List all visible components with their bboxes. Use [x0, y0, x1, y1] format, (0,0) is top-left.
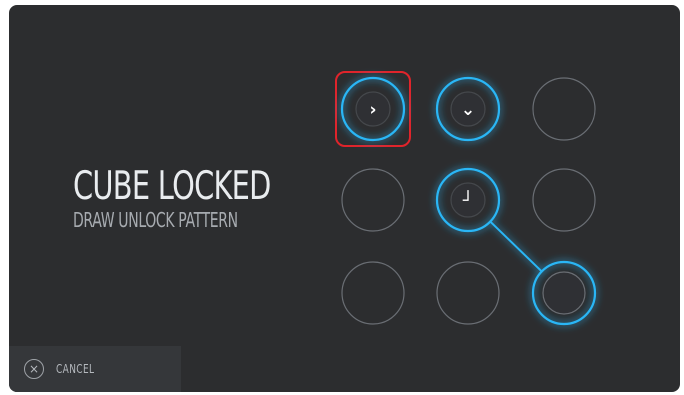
pattern-nodes[interactable]: › ⌄ ┘ — [335, 71, 597, 326]
node-ring — [532, 77, 596, 141]
pattern-node-r0c1[interactable]: ⌄ — [435, 76, 501, 142]
pattern-node-r2c0[interactable] — [341, 261, 405, 325]
chevron-right-icon: › — [369, 100, 376, 120]
pattern-node-r1c0[interactable] — [341, 168, 405, 232]
close-icon: × — [24, 359, 44, 379]
chevron-down-icon: ⌄ — [461, 100, 475, 120]
cancel-button[interactable]: × CANCEL — [9, 346, 181, 392]
pattern-node-r2c1[interactable] — [436, 261, 500, 325]
pattern-node-r0c2[interactable] — [532, 77, 596, 141]
pattern-node-r1c1[interactable]: ┘ — [435, 167, 501, 233]
pattern-node-r0c0[interactable]: › — [335, 71, 411, 147]
node-ring — [436, 261, 500, 325]
node-ring — [341, 261, 405, 325]
node-center — [542, 271, 586, 315]
pattern-node-r1c2[interactable] — [532, 168, 596, 232]
unlock-pattern-grid[interactable]: › ⌄ ┘ — [9, 5, 680, 392]
node-ring — [341, 168, 405, 232]
lock-screen: CUBE LOCKED DRAW UNLOCK PATTERN › ⌄ ┘ × CA… — [9, 5, 680, 392]
pattern-node-r2c2[interactable] — [531, 260, 597, 326]
cancel-label: CANCEL — [56, 362, 95, 376]
pattern-connector — [489, 220, 543, 273]
corner-arrow-icon: ┘ — [462, 190, 473, 211]
node-ring — [532, 168, 596, 232]
